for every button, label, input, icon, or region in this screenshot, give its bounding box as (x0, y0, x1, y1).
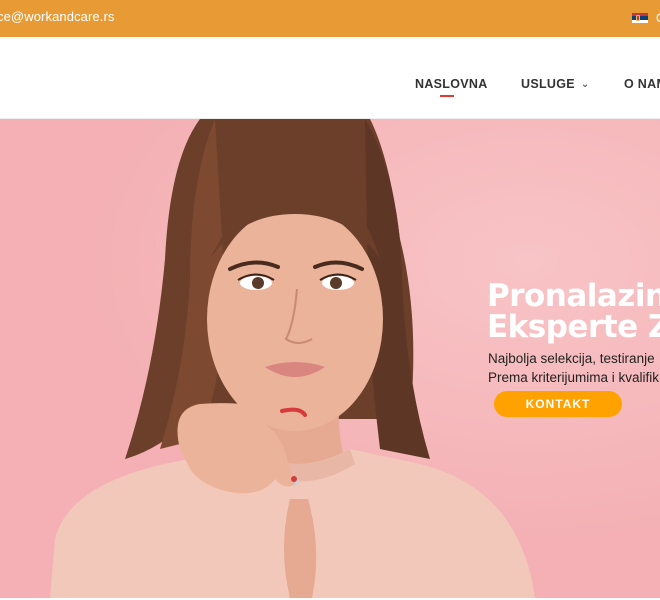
hero-woman-image (50, 119, 535, 598)
nav-item-usluge[interactable]: USLUGE ⌄ (521, 77, 590, 91)
language-label: C (656, 11, 660, 25)
hero-banner: Pronalazin Eksperte Ze Najbolja selekcij… (0, 119, 660, 598)
top-bar: ce@workandcare.rs C (0, 0, 660, 37)
hero-subtitle-line-2: Prema kriterijumima i kvalifik (488, 370, 660, 385)
nav-item-usluge-label: USLUGE (521, 77, 575, 91)
chevron-down-icon: ⌄ (580, 79, 590, 90)
hero-subtitle-line-1: Najbolja selekcija, testiranje (488, 351, 655, 366)
hero-title-line-2: Eksperte Ze (487, 309, 660, 345)
main-navigation: NASLOVNA USLUGE ⌄ O NAM (0, 37, 660, 119)
contact-email-link[interactable]: ce@workandcare.rs (0, 9, 115, 24)
kontakt-button[interactable]: KONTAKT (494, 391, 622, 417)
language-switcher[interactable]: C (632, 11, 660, 25)
active-nav-indicator (440, 95, 454, 97)
nav-item-o-nama[interactable]: O NAM (624, 77, 660, 91)
hero-title-line-1: Pronalazin (487, 278, 660, 314)
nav-item-naslovna[interactable]: NASLOVNA (415, 77, 488, 91)
serbia-flag-icon (632, 12, 648, 24)
hero-subtitle: Najbolja selekcija, testiranje Prema kri… (488, 349, 659, 387)
hero-title: Pronalazin Eksperte Ze (487, 281, 660, 343)
